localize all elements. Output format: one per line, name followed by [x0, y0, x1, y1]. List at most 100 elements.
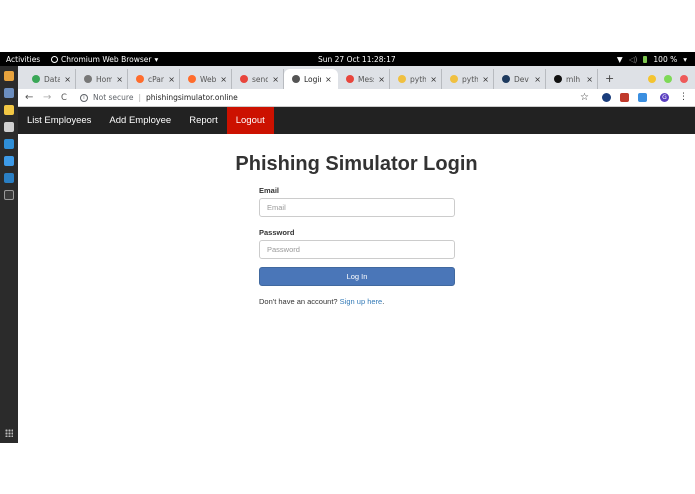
tab-favicon-icon	[450, 75, 458, 83]
close-icon[interactable]: ×	[64, 75, 71, 84]
battery-icon	[643, 56, 648, 63]
extension-icon[interactable]	[638, 93, 647, 102]
tab-title: Web	[200, 74, 217, 84]
vscode-icon[interactable]	[4, 173, 14, 183]
security-label: Not secure	[93, 93, 134, 102]
show-apps-icon[interactable]	[5, 429, 13, 437]
tab-favicon-icon	[136, 75, 144, 83]
signup-period: .	[382, 297, 385, 306]
firefox-icon[interactable]	[4, 71, 14, 81]
tab-title: mlh	[566, 74, 581, 84]
password-field[interactable]	[259, 240, 455, 259]
tab-title: pyth	[462, 74, 479, 84]
page-title: Phishing Simulator Login	[235, 153, 478, 175]
tab-favicon-icon	[84, 75, 92, 83]
tab-favicon-icon	[188, 75, 196, 83]
browser-tab[interactable]: Web ×	[180, 69, 232, 89]
bookmark-star-icon[interactable]: ☆	[580, 92, 589, 103]
reload-button[interactable]: C	[61, 93, 67, 103]
chromium-icon[interactable]	[4, 88, 14, 98]
extension-icon[interactable]	[620, 93, 629, 102]
tab-strip: Data × Home × cPanel × Web × send × Logi…	[18, 66, 695, 89]
browser-tab[interactable]: mlh ×	[546, 69, 598, 89]
close-icon[interactable]: ×	[220, 75, 227, 84]
files-icon[interactable]	[4, 122, 14, 132]
browser-tab[interactable]: cPanel ×	[128, 69, 180, 89]
notes-icon[interactable]	[4, 105, 14, 115]
clock[interactable]: Sun 27 Oct 11:28:17	[318, 55, 396, 64]
tab-favicon-icon	[346, 75, 354, 83]
tab-favicon-icon	[292, 75, 300, 83]
chevron-down-icon: ▾	[154, 55, 159, 64]
app-menu[interactable]: Chromium Web Browser ▾	[51, 55, 158, 64]
login-button[interactable]: Log In	[259, 267, 455, 286]
signup-text: Don't have an account?	[259, 297, 338, 306]
signup-link[interactable]: Sign up here	[340, 297, 383, 306]
close-icon[interactable]: ×	[168, 75, 175, 84]
chevron-down-icon: ▾	[683, 55, 687, 64]
system-tray[interactable]: ▼ ◁) 100 % ▾	[617, 55, 687, 64]
close-icon[interactable]: ×	[378, 75, 385, 84]
volume-icon: ◁)	[628, 55, 638, 64]
tab-title: send	[252, 74, 269, 84]
tab-favicon-icon	[502, 75, 510, 83]
browser-toolbar: ← → C i Not secure | phishingsimulator.o…	[18, 89, 695, 107]
browser-tab[interactable]: Dev ×	[494, 69, 546, 89]
browser-tab[interactable]: pyth ×	[390, 69, 442, 89]
close-icon[interactable]: ×	[586, 75, 593, 84]
settings-icon[interactable]	[4, 156, 14, 166]
dock	[0, 66, 18, 443]
tab-title: Home	[96, 74, 113, 84]
app-name: Chromium Web Browser	[61, 55, 152, 64]
software-icon[interactable]	[4, 139, 14, 149]
email-field[interactable]	[259, 198, 455, 217]
activities-button[interactable]: Activities	[6, 55, 40, 64]
address-bar[interactable]: i Not secure | phishingsimulator.online	[80, 90, 592, 105]
back-button[interactable]: ←	[25, 92, 33, 103]
browser-tab-active[interactable]: Login ×	[284, 69, 338, 89]
tab-title: Login	[304, 74, 321, 84]
close-icon[interactable]: ×	[482, 75, 489, 84]
desktop-screen: Activities Chromium Web Browser ▾ Sun 27…	[0, 52, 695, 443]
browser-tab[interactable]: Mess ×	[338, 69, 390, 89]
browser-tab[interactable]: pyth ×	[442, 69, 494, 89]
profile-avatar[interactable]: G	[660, 93, 669, 102]
password-label: Password	[259, 228, 295, 237]
tab-title: pyth	[410, 74, 427, 84]
close-icon[interactable]: ×	[116, 75, 123, 84]
forward-button[interactable]: →	[43, 92, 51, 103]
minimize-button[interactable]	[648, 75, 656, 83]
tab-favicon-icon	[32, 75, 40, 83]
menu-icon[interactable]: ⋮	[679, 92, 688, 102]
nav-add-employee[interactable]: Add Employee	[100, 107, 180, 134]
close-icon[interactable]: ×	[272, 75, 279, 84]
tab-title: Data	[44, 74, 61, 84]
chromium-icon	[51, 56, 58, 63]
browser-tab[interactable]: Data ×	[24, 69, 76, 89]
separator: |	[138, 93, 141, 102]
browser-tab[interactable]: send ×	[232, 69, 284, 89]
login-form: Email Password Log In Don't have an acco…	[259, 186, 455, 306]
extension-icon[interactable]	[602, 93, 611, 102]
site-navbar: List Employees Add Employee Report Logou…	[18, 107, 695, 134]
tab-favicon-icon	[554, 75, 562, 83]
close-icon[interactable]: ×	[534, 75, 541, 84]
close-icon[interactable]: ×	[430, 75, 437, 84]
close-icon[interactable]: ×	[325, 75, 332, 84]
terminal-icon[interactable]	[4, 190, 14, 200]
new-tab-button[interactable]: +	[605, 72, 614, 85]
system-top-bar: Activities Chromium Web Browser ▾ Sun 27…	[0, 52, 695, 66]
maximize-button[interactable]	[664, 75, 672, 83]
close-window-button[interactable]	[680, 75, 688, 83]
tab-title: Dev	[514, 74, 529, 84]
url-text[interactable]: phishingsimulator.online	[146, 93, 238, 102]
signup-prompt: Don't have an account? Sign up here.	[259, 297, 455, 306]
nav-logout[interactable]: Logout	[226, 107, 274, 134]
tab-title: cPanel	[148, 74, 165, 84]
wifi-icon: ▼	[616, 55, 623, 64]
browser-tab[interactable]: Home ×	[76, 69, 128, 89]
web-page: List Employees Add Employee Report Logou…	[18, 107, 695, 443]
nav-list-employees[interactable]: List Employees	[18, 107, 100, 134]
nav-report[interactable]: Report	[180, 107, 227, 134]
info-icon[interactable]: i	[80, 93, 88, 102]
